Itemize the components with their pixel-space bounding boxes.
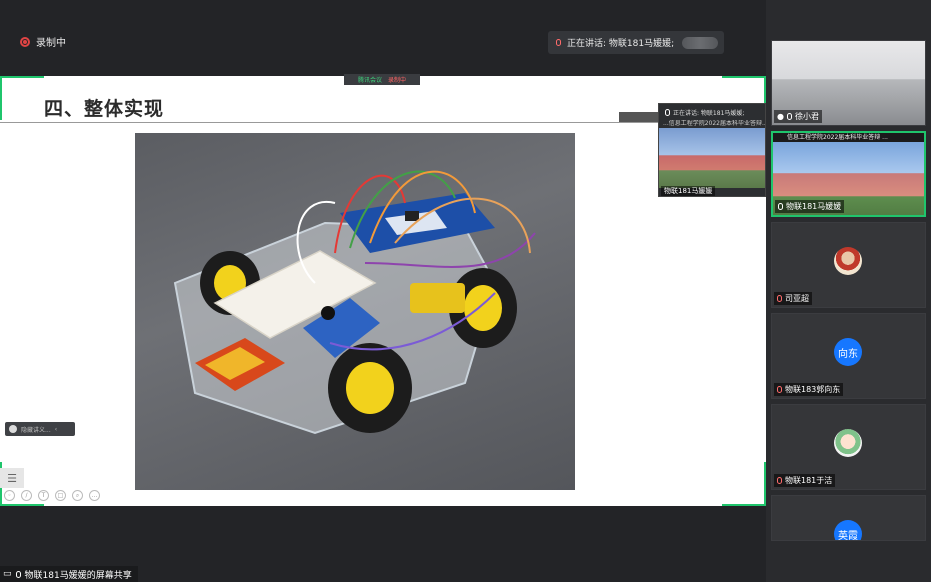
participant-name: 物联181于洁 — [785, 476, 833, 485]
notes-toggle[interactable]: 隐藏讲义... ‹ — [5, 422, 75, 436]
pen-tool-icon[interactable]: ∕ — [21, 490, 32, 501]
mic-icon — [556, 39, 561, 46]
mic-icon — [15, 570, 21, 578]
participant-tile[interactable]: 英霞 — [771, 495, 926, 541]
recording-indicator[interactable]: 录制中 — [20, 34, 66, 49]
slide-title: 四、整体实现 — [44, 98, 165, 120]
speaking-label: 正在讲话: 物联181马媛媛; — [567, 39, 675, 49]
slide-list-button[interactable]: ☰ — [0, 468, 24, 488]
toggle-icon — [9, 425, 17, 433]
main-stage: 录制中 正在讲话: 物联181马媛媛; 腾讯会议 录制中 四、整体实现 正在讲话… — [0, 0, 766, 582]
floating-speaker-video[interactable]: 正在讲话: 物联181马媛媛; ...信息工程学院2022届本科毕业答辩... … — [658, 103, 766, 197]
avatar: 英霞 — [834, 520, 862, 540]
avatar — [834, 247, 862, 275]
mic-muted-icon — [777, 295, 782, 302]
participant-tile[interactable]: 司亚超 — [771, 222, 926, 308]
video-banner-text: 信息工程学院2022届本科毕业答辩 ... — [773, 133, 924, 142]
mic-icon — [665, 108, 670, 116]
participant-tile-active[interactable]: 信息工程学院2022届本科毕业答辩 ... 物联181马媛媛 — [771, 131, 926, 217]
mic-muted-icon — [777, 477, 782, 484]
share-tag-right: 录制中 — [388, 77, 407, 84]
participant-tile[interactable]: ● 徐小君 — [771, 40, 926, 126]
share-status-tag: 腾讯会议 录制中 — [344, 74, 420, 85]
participant-name-tag: 司亚超 — [774, 292, 812, 305]
participant-name: 徐小君 — [794, 112, 819, 121]
participant-name-tag: ● 徐小君 — [774, 110, 822, 123]
participant-name-tag: 物联181于洁 — [774, 474, 836, 487]
zoom-tool-icon[interactable]: ⌕ — [72, 490, 83, 501]
shared-slide: 腾讯会议 录制中 四、整体实现 — [0, 74, 766, 506]
screen-share-label: ▭ 物联181马媛媛的屏幕共享 — [0, 566, 138, 582]
host-icon: ● — [777, 112, 784, 121]
avatar: 向东 — [834, 338, 862, 366]
robot-car-illustration — [173, 170, 536, 435]
mic-muted-icon — [777, 386, 782, 393]
participant-name-tag: 物联183郭向东 — [774, 383, 844, 396]
screen-share-icon: ▭ — [3, 569, 12, 579]
avatar — [834, 429, 862, 457]
share-owner: 物联181马媛媛的屏幕共享 — [24, 570, 132, 581]
speaker-video-feed — [659, 128, 765, 188]
participant-name: 物联181马媛媛 — [786, 202, 842, 211]
share-tag-left: 腾讯会议 — [357, 77, 382, 84]
chevron-left-icon: ‹ — [54, 425, 58, 433]
notes-toggle-label: 隐藏讲义... — [21, 426, 51, 434]
more-tools-icon[interactable]: … — [89, 490, 100, 501]
participant-name: 司亚超 — [785, 294, 809, 303]
blurred-names — [682, 36, 719, 49]
participant-gallery: ● 徐小君 信息工程学院2022届本科毕业答辩 ... 物联181马媛媛 司亚超… — [766, 0, 931, 582]
mic-icon — [786, 113, 792, 120]
participant-name-tag: 物联181马媛媛 — [775, 200, 845, 213]
text-tool-icon[interactable]: T — [38, 490, 49, 501]
speaking-indicator: 正在讲话: 物联181马媛媛; — [548, 31, 724, 54]
robot-car-photo — [135, 133, 575, 490]
participant-tile[interactable]: 向东 物联183郭向东 — [771, 313, 926, 399]
title-divider — [0, 122, 660, 123]
floating-cam-header: 正在讲话: 物联181马媛媛; — [659, 104, 765, 120]
record-icon — [20, 36, 30, 47]
annotation-toolbar: ◦ ∕ T □ ⌕ … — [4, 490, 100, 501]
recording-label: 录制中 — [36, 38, 66, 49]
title-divider-accent — [619, 112, 661, 122]
participant-tile[interactable]: 物联181于洁 — [771, 404, 926, 490]
participant-name: 物联183郭向东 — [785, 385, 841, 394]
floating-cam-name: 物联181马媛媛 — [661, 186, 716, 196]
pointer-tool-icon[interactable]: ◦ — [4, 490, 15, 501]
share-frame-corner — [0, 76, 44, 120]
floating-cam-speaking: 正在讲话: 物联181马媛媛; — [673, 109, 745, 117]
mic-icon — [778, 203, 783, 210]
floating-cam-banner: ...信息工程学院2022届本科毕业答辩... — [663, 120, 765, 127]
share-frame-corner — [722, 462, 766, 506]
shape-tool-icon[interactable]: □ — [55, 490, 66, 501]
meeting-window: 录制中 正在讲话: 物联181马媛媛; 腾讯会议 录制中 四、整体实现 正在讲话… — [0, 0, 931, 582]
